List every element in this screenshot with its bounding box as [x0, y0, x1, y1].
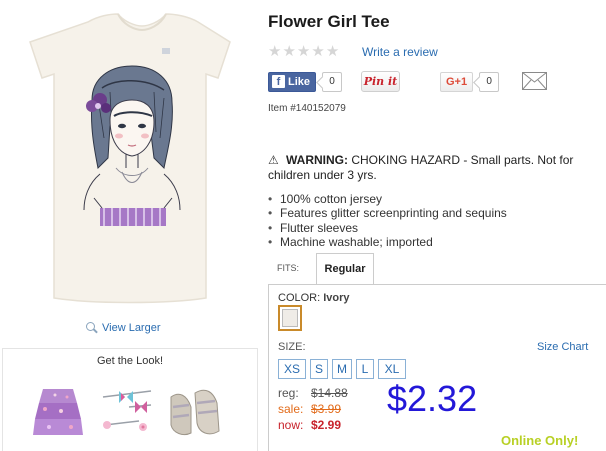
star-icon: ★	[325, 43, 340, 60]
tshirt-shape	[29, 13, 231, 304]
write-review-link[interactable]: Write a review	[362, 45, 438, 59]
fits-tabs: FITS: Regular	[268, 253, 606, 285]
list-item: 100% cotton jersey	[268, 192, 507, 206]
star-icon: ★	[296, 43, 311, 60]
size-label: SIZE:	[278, 341, 306, 353]
item-number: Item #140152079	[268, 103, 346, 114]
rating-stars[interactable]: ★ ★ ★ ★ ★	[268, 44, 339, 59]
silver-sandals-image[interactable]	[165, 387, 225, 437]
size-button-l[interactable]: L	[356, 359, 375, 379]
tab-regular[interactable]: Regular	[316, 253, 374, 285]
star-icon: ★	[311, 43, 325, 60]
color-label: COLOR: Ivory	[278, 292, 350, 304]
get-the-look-title: Get the Look!	[96, 355, 164, 367]
highlight-price: $2.32	[387, 378, 478, 419]
facebook-like-widget[interactable]: f Like 0	[268, 71, 343, 92]
star-icon: ★	[282, 43, 296, 60]
now-price-row: now: $2.99	[278, 418, 341, 432]
facebook-like-label: Like	[288, 75, 311, 88]
star-icon: ★	[268, 43, 282, 60]
list-item: Machine washable; imported	[268, 235, 507, 249]
list-item: Flutter sleeves	[268, 221, 507, 235]
product-image[interactable]	[18, 8, 242, 308]
get-the-look-panel: Get the Look!	[2, 348, 258, 451]
sale-price-row: sale: $3.99	[278, 402, 341, 416]
view-larger-label: View Larger	[102, 322, 161, 334]
color-label-text: COLOR:	[278, 292, 321, 304]
facebook-like-button[interactable]: f Like	[268, 71, 317, 92]
google-plus-button[interactable]: G+1	[440, 71, 474, 92]
facebook-like-count: 0	[322, 71, 343, 92]
size-button-xs[interactable]: XS	[278, 359, 306, 379]
google-plus-count: 0	[479, 71, 500, 92]
reg-price: $14.88	[311, 386, 348, 400]
size-chart-link[interactable]: Size Chart	[537, 341, 588, 353]
sale-price: $3.99	[311, 402, 342, 416]
regular-price-row: reg: $14.88	[278, 386, 348, 400]
view-larger-link[interactable]: View Larger	[86, 322, 161, 334]
swatch-fill	[282, 309, 298, 327]
warning-prefix: WARNING:	[286, 153, 348, 167]
butterfly-hair-clips-image[interactable]	[99, 387, 155, 437]
size-button-s[interactable]: S	[310, 359, 329, 379]
magnifier-icon	[86, 322, 98, 334]
size-options: XS S M L XL	[278, 359, 407, 379]
choking-hazard-warning: ⚠ WARNING: CHOKING HAZARD - Small parts. …	[268, 153, 598, 183]
google-plus-widget[interactable]: G+1 0	[440, 71, 500, 92]
pinterest-pin-button[interactable]: Pin it	[361, 71, 400, 92]
now-label: now:	[278, 418, 304, 432]
envelope-icon[interactable]	[522, 72, 547, 90]
product-title: Flower Girl Tee	[268, 12, 390, 31]
color-swatch-ivory[interactable]	[278, 305, 302, 331]
size-button-m[interactable]: M	[332, 359, 353, 379]
options-panel: COLOR: Ivory SIZE: Size Chart XS S M L X…	[268, 284, 606, 451]
reg-label: reg:	[278, 386, 299, 400]
purple-floral-skirt-image[interactable]	[33, 385, 83, 437]
now-price: $2.99	[311, 418, 342, 432]
facebook-icon: f	[272, 75, 285, 88]
size-button-xl[interactable]: XL	[378, 359, 407, 379]
color-value: Ivory	[323, 292, 350, 304]
list-item: Features glitter screenprinting and sequ…	[268, 206, 507, 220]
sale-label: sale:	[278, 402, 304, 416]
online-only-badge: Online Only!	[501, 433, 579, 448]
feature-list: 100% cotton jersey Features glitter scre…	[268, 192, 507, 249]
fits-label: FITS:	[277, 263, 299, 273]
warning-triangle-icon: ⚠	[268, 153, 279, 167]
